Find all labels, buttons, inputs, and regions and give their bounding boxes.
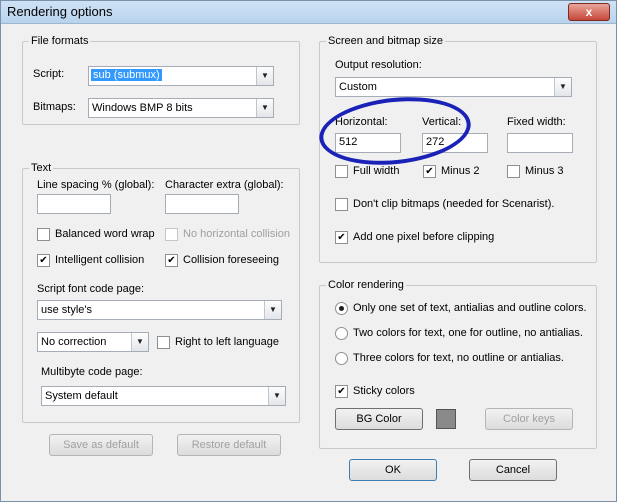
balanced-wrap-label: Balanced word wrap (55, 228, 155, 240)
font-code-page-label: Script font code page: (37, 283, 145, 295)
bg-color-button[interactable]: BG Color (335, 408, 423, 430)
full-width-checkbox[interactable] (335, 165, 348, 178)
multibyte-label: Multibyte code page: (41, 366, 143, 378)
save-as-default-button[interactable]: Save as default (49, 434, 153, 456)
collision-foreseeing-label: Collision foreseeing (183, 254, 279, 266)
color-keys-button[interactable]: Color keys (485, 408, 573, 430)
rtl-checkbox[interactable] (157, 336, 170, 349)
file-formats-legend: File formats (29, 35, 91, 47)
chevron-down-icon[interactable]: ▼ (264, 301, 281, 319)
full-width-label: Full width (353, 165, 400, 177)
color-rendering-legend: Color rendering (326, 279, 406, 291)
color-opt2-label: Two colors for text, one for outline, no… (353, 327, 583, 339)
cancel-button[interactable]: Cancel (469, 459, 557, 481)
dont-clip-label: Don't clip bitmaps (needed for Scenarist… (353, 198, 555, 210)
fixed-width-input[interactable] (507, 133, 573, 153)
chevron-down-icon[interactable]: ▼ (256, 67, 273, 85)
correction-value: No correction (41, 336, 107, 348)
color-opt1-label: Only one set of text, antialias and outl… (353, 302, 587, 314)
font-code-page-value: use style's (41, 304, 93, 316)
color-opt3-radio[interactable] (335, 352, 348, 365)
font-code-page-combo[interactable]: use style's ▼ (37, 300, 282, 320)
add-pixel-checkbox[interactable]: ✔ (335, 231, 348, 244)
close-button[interactable]: x (568, 3, 610, 21)
restore-default-button[interactable]: Restore default (177, 434, 281, 456)
color-opt3-label: Three colors for text, no outline or ant… (353, 352, 564, 364)
title-bar[interactable]: Rendering options x (1, 1, 616, 24)
screen-size-legend: Screen and bitmap size (326, 35, 445, 47)
intelligent-collision-label: Intelligent collision (55, 254, 145, 266)
rtl-label: Right to left language (175, 336, 279, 348)
add-pixel-label: Add one pixel before clipping (353, 231, 495, 243)
output-res-combo[interactable]: Custom ▼ (335, 77, 572, 97)
sticky-colors-checkbox[interactable]: ✔ (335, 385, 348, 398)
text-legend: Text (29, 162, 54, 174)
sticky-colors-label: Sticky colors (353, 385, 415, 397)
script-combo[interactable]: sub (submux) ▼ (88, 66, 274, 86)
no-horizontal-label: No horizontal collision (183, 228, 290, 240)
correction-combo[interactable]: No correction ▼ (37, 332, 149, 352)
collision-foreseeing-checkbox[interactable]: ✔ (165, 254, 178, 267)
chevron-down-icon[interactable]: ▼ (131, 333, 148, 351)
color-opt1-radio[interactable] (335, 302, 348, 315)
ok-button[interactable]: OK (349, 459, 437, 481)
script-label: Script: (33, 68, 65, 80)
intelligent-collision-checkbox[interactable]: ✔ (37, 254, 50, 267)
chevron-down-icon[interactable]: ▼ (554, 78, 571, 96)
script-value: sub (submux) (91, 69, 162, 81)
fixed-width-label: Fixed width: (507, 116, 566, 128)
output-res-label: Output resolution: (335, 59, 422, 71)
line-spacing-label: Line spacing % (global): (37, 179, 155, 191)
minus3-label: Minus 3 (525, 165, 564, 177)
chevron-down-icon[interactable]: ▼ (268, 387, 285, 405)
char-extra-label: Character extra (global): (165, 179, 284, 191)
color-opt2-radio[interactable] (335, 327, 348, 340)
balanced-wrap-checkbox[interactable] (37, 228, 50, 241)
window-title: Rendering options (7, 4, 113, 19)
bg-color-swatch (436, 409, 456, 429)
char-extra-input[interactable] (165, 194, 239, 214)
minus3-checkbox[interactable] (507, 165, 520, 178)
chevron-down-icon[interactable]: ▼ (256, 99, 273, 117)
no-horizontal-checkbox[interactable] (165, 228, 178, 241)
bitmaps-value: Windows BMP 8 bits (92, 102, 193, 114)
bitmaps-combo[interactable]: Windows BMP 8 bits ▼ (88, 98, 274, 118)
line-spacing-input[interactable] (37, 194, 111, 214)
minus2-checkbox[interactable]: ✔ (423, 165, 436, 178)
minus2-label: Minus 2 (441, 165, 480, 177)
bitmaps-label: Bitmaps: (33, 101, 76, 113)
dialog-window: Rendering options x File formats Script:… (0, 0, 617, 502)
multibyte-combo[interactable]: System default ▼ (41, 386, 286, 406)
dont-clip-checkbox[interactable] (335, 198, 348, 211)
multibyte-value: System default (45, 390, 118, 402)
output-res-value: Custom (339, 81, 377, 93)
